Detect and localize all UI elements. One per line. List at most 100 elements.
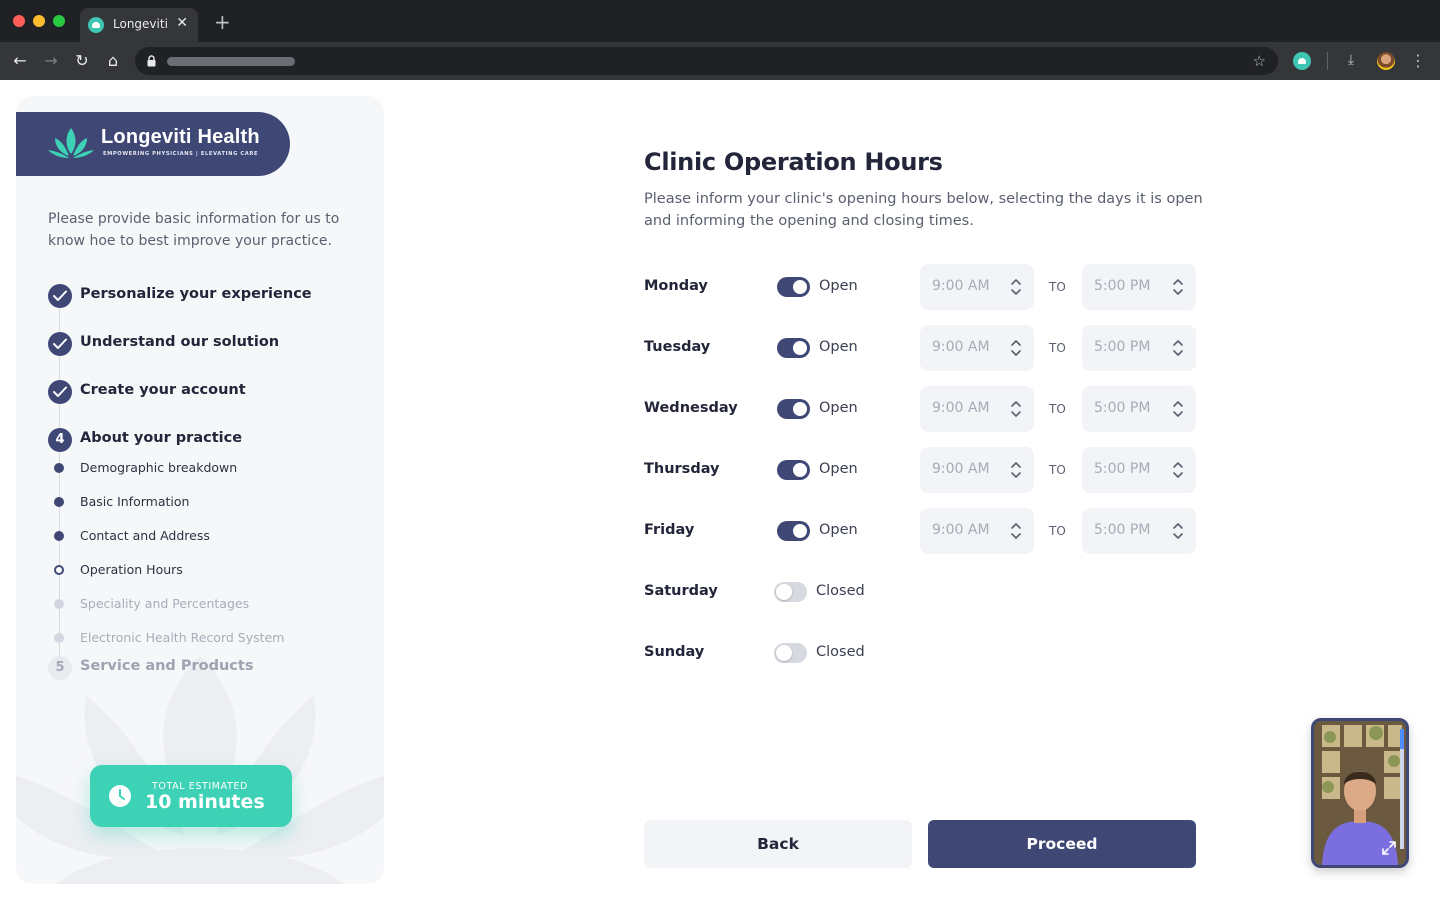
bookmark-star-icon[interactable]: ☆ [1253, 52, 1266, 70]
step-label: About your practice [80, 430, 243, 446]
close-window-button[interactable] [13, 15, 25, 27]
profile-avatar[interactable] [1377, 52, 1395, 70]
day-status-label: Open [819, 400, 858, 416]
day-name: Thursday [644, 461, 720, 477]
day-open-toggle[interactable] [777, 338, 810, 358]
to-separator: TO [1049, 463, 1066, 477]
brand-tagline: EMPOWERING PHYSICIANS | ELEVATING CARE [103, 151, 259, 157]
opening-time-picker[interactable]: 9:00 AM [920, 447, 1034, 493]
back-button[interactable]: Back [644, 820, 912, 868]
substep-dot [54, 497, 64, 507]
lock-icon [147, 55, 156, 67]
day-open-toggle[interactable] [777, 521, 810, 541]
day-status-label: Open [819, 522, 858, 538]
day-row-wednesday: Wednesday Open 9:00 AM TO 5:00 PM [644, 386, 1204, 432]
toggle-knob [793, 402, 807, 416]
lotus-logo-icon [48, 128, 94, 158]
browser-tab[interactable]: Longeviti ✕ [80, 8, 198, 42]
substep-dot-pending [54, 633, 64, 643]
opening-time-picker[interactable]: 9:00 AM [920, 508, 1034, 554]
substep-label: Speciality and Percentages [80, 596, 250, 611]
chevron-up-down-icon[interactable] [1010, 278, 1022, 296]
day-row-sunday: Sunday Closed [644, 630, 1204, 676]
day-open-toggle[interactable] [777, 399, 810, 419]
minimize-window-button[interactable] [33, 15, 45, 27]
day-row-thursday: Thursday Open 9:00 AM TO 5:00 PM [644, 447, 1204, 493]
closing-time-picker[interactable]: 5:00 PM [1082, 386, 1196, 432]
substep-label: Contact and Address [80, 528, 210, 543]
tab-close-button[interactable]: ✕ [176, 15, 188, 31]
to-separator: TO [1049, 524, 1066, 538]
to-separator: TO [1049, 402, 1066, 416]
substep-dot [54, 531, 64, 541]
opening-time-value: 9:00 AM [932, 278, 990, 294]
home-button[interactable]: ⌂ [103, 51, 123, 71]
toolbar-divider [1327, 52, 1328, 70]
url-text [167, 57, 295, 66]
opening-time-picker[interactable]: 9:00 AM [920, 325, 1034, 371]
reload-button[interactable]: ↻ [72, 51, 92, 71]
clock-icon [109, 785, 131, 807]
to-separator: TO [1049, 280, 1066, 294]
video-call-thumbnail[interactable] [1311, 718, 1409, 868]
day-name: Tuesday [644, 339, 711, 355]
opening-time-value: 9:00 AM [932, 339, 990, 355]
chevron-up-down-icon[interactable] [1010, 461, 1022, 479]
favicon-icon [88, 17, 104, 33]
closing-time-picker[interactable]: 5:00 PM [1082, 447, 1196, 493]
step-label: Personalize your experience [80, 286, 312, 302]
substep-dot-pending [54, 599, 64, 609]
browser-menu-icon[interactable]: ⋮ [1410, 51, 1426, 71]
expand-icon[interactable] [1382, 841, 1396, 855]
back-nav-button[interactable]: ← [10, 51, 30, 71]
step-complete-check-icon [48, 332, 72, 356]
brand-name: Longeviti Health [101, 126, 260, 148]
chevron-up-down-icon[interactable] [1172, 522, 1184, 540]
substep-dot-current [54, 565, 64, 575]
closing-time-picker[interactable]: 5:00 PM [1082, 508, 1196, 554]
new-tab-button[interactable]: + [214, 12, 231, 32]
onboarding-sidebar: Longeviti Health EMPOWERING PHYSICIANS |… [16, 96, 384, 884]
chevron-up-down-icon[interactable] [1010, 339, 1022, 357]
day-status-label: Open [819, 461, 858, 477]
day-open-toggle[interactable] [777, 460, 810, 480]
toggle-knob [793, 524, 807, 538]
day-row-tuesday: Tuesday Open 9:00 AM TO 5:00 PM [644, 325, 1204, 371]
closing-time-value: 5:00 PM [1094, 339, 1151, 355]
sidebar-intro-text: Please provide basic information for us … [48, 211, 340, 249]
step-label: Understand our solution [80, 334, 280, 350]
address-bar[interactable]: ☆ [135, 47, 1278, 75]
tab-title: Longeviti [113, 17, 168, 31]
chevron-up-down-icon[interactable] [1010, 400, 1022, 418]
closing-time-value: 5:00 PM [1094, 278, 1151, 294]
day-open-toggle[interactable] [774, 582, 807, 602]
browser-tab-strip: Longeviti ✕ + [0, 0, 1440, 42]
day-name: Wednesday [644, 400, 738, 416]
day-open-toggle[interactable] [774, 643, 807, 663]
toggle-knob [793, 463, 807, 477]
extension-icon[interactable] [1293, 52, 1311, 70]
brand-banner: Longeviti Health EMPOWERING PHYSICIANS |… [16, 112, 290, 176]
day-row-friday: Friday Open 9:00 AM TO 5:00 PM [644, 508, 1204, 554]
chevron-up-down-icon[interactable] [1172, 400, 1184, 418]
closing-time-picker[interactable]: 5:00 PM [1082, 325, 1196, 371]
day-open-toggle[interactable] [777, 277, 810, 297]
chevron-up-down-icon[interactable] [1172, 339, 1184, 357]
substep-label: Electronic Health Record System [80, 630, 285, 645]
maximize-window-button[interactable] [53, 15, 65, 27]
chevron-up-down-icon[interactable] [1172, 278, 1184, 296]
day-name: Sunday [644, 644, 705, 660]
download-icon[interactable]: ⤓ [1342, 51, 1360, 69]
proceed-button[interactable]: Proceed [928, 820, 1196, 868]
opening-time-picker[interactable]: 9:00 AM [920, 264, 1034, 310]
substep-label: Demographic breakdown [80, 460, 238, 475]
page-description: Please inform your clinic's opening hour… [644, 191, 1203, 229]
forward-nav-button[interactable]: → [41, 51, 61, 71]
step-number-badge: 5 [48, 656, 72, 680]
closing-time-picker[interactable]: 5:00 PM [1082, 264, 1196, 310]
step-complete-check-icon [48, 284, 72, 308]
opening-time-picker[interactable]: 9:00 AM [920, 386, 1034, 432]
chevron-up-down-icon[interactable] [1172, 461, 1184, 479]
chevron-up-down-icon[interactable] [1010, 522, 1022, 540]
closing-time-value: 5:00 PM [1094, 461, 1151, 477]
